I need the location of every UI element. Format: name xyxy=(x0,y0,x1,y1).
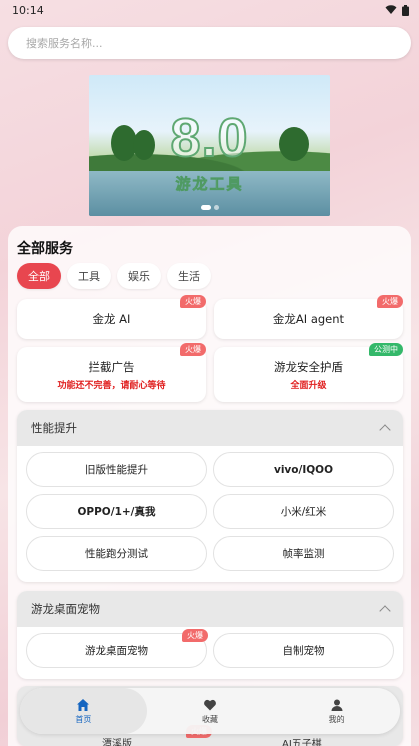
pager-dot xyxy=(201,205,211,210)
peek-item[interactable]: 潭溪版 xyxy=(102,735,132,746)
banner-subtitle: 游龙工具 xyxy=(175,175,244,194)
card-title: 金龙 AI xyxy=(92,312,131,326)
search-input[interactable]: 搜索服务名称... xyxy=(8,27,411,59)
nav-favorites[interactable]: 收藏 xyxy=(147,688,274,734)
hot-badge: 火爆 xyxy=(377,295,403,308)
person-icon xyxy=(331,699,343,711)
section-desktop-pet: 游龙桌面宠物 游龙桌面宠物 火爆 自制宠物 xyxy=(17,591,403,679)
tab-entertainment[interactable]: 娱乐 xyxy=(117,263,161,289)
pager-dot xyxy=(214,205,219,210)
hot-badge: 火爆 xyxy=(180,295,206,308)
status-bar: 10:14 xyxy=(0,0,419,20)
section-title: 性能提升 xyxy=(31,421,77,435)
perf-item[interactable]: 性能跑分测试 xyxy=(26,536,207,571)
perf-item[interactable]: 帧率监测 xyxy=(213,536,394,571)
battery-icon xyxy=(402,4,409,16)
card-ad-blocker[interactable]: 拦截广告 功能还不完善，请耐心等待 火爆 xyxy=(17,343,206,402)
section-header[interactable]: 性能提升 xyxy=(17,410,403,446)
card-jinlong-ai[interactable]: 金龙 AI 火爆 xyxy=(17,295,206,339)
tab-life[interactable]: 生活 xyxy=(167,263,211,289)
chevron-up-icon[interactable] xyxy=(379,605,391,617)
section-title: 游龙桌面宠物 xyxy=(31,602,100,616)
section-header[interactable]: 游龙桌面宠物 xyxy=(17,591,403,627)
perf-item[interactable]: 小米/红米 xyxy=(213,494,394,529)
banner-pager xyxy=(201,205,219,210)
card-security-shield[interactable]: 游龙安全护盾 全面升级 公测中 xyxy=(214,343,403,402)
tab-tools[interactable]: 工具 xyxy=(67,263,111,289)
peek-item[interactable]: AI五子棋 xyxy=(282,735,322,746)
nav-home[interactable]: 首页 xyxy=(20,688,147,734)
category-tabs: 全部 工具 娱乐 生活 xyxy=(17,263,211,289)
hot-badge: 火爆 xyxy=(180,343,206,356)
card-title: 游龙安全护盾 xyxy=(274,359,343,374)
pet-item-label: 游龙桌面宠物 xyxy=(85,645,148,657)
nav-label: 首页 xyxy=(75,714,92,724)
heart-icon xyxy=(204,699,216,710)
card-title: 金龙AI agent xyxy=(272,312,345,326)
hot-badge: 火爆 xyxy=(182,629,208,642)
nav-label: 我的 xyxy=(328,714,345,724)
nav-profile[interactable]: 我的 xyxy=(273,688,400,734)
panel-title: 全部服务 xyxy=(17,241,73,257)
pet-item[interactable]: 游龙桌面宠物 火爆 xyxy=(26,629,208,668)
perf-item[interactable]: OPPO/1+/真我 xyxy=(26,494,207,529)
promo-banner[interactable]: 8.0 游龙工具 xyxy=(89,75,330,216)
beta-badge: 公测中 xyxy=(369,343,403,356)
bottom-nav: 首页 收藏 我的 xyxy=(20,688,400,734)
tab-all[interactable]: 全部 xyxy=(17,263,61,289)
status-time: 10:14 xyxy=(12,3,44,17)
card-subtitle: 功能还不完善，请耐心等待 xyxy=(57,380,166,391)
pet-item[interactable]: 自制宠物 xyxy=(213,633,394,668)
nav-label: 收藏 xyxy=(202,714,218,724)
card-title: 拦截广告 xyxy=(88,359,135,374)
search-placeholder: 搜索服务名称... xyxy=(26,37,103,50)
perf-item[interactable]: 旧版性能提升 xyxy=(26,452,207,487)
card-subtitle: 全面升级 xyxy=(290,380,327,391)
wifi-icon xyxy=(385,5,397,14)
card-jinlong-ai-agent[interactable]: 金龙AI agent 火爆 xyxy=(214,295,403,339)
section-performance: 性能提升 旧版性能提升 vivo/IQOO OPPO/1+/真我 小米/红米 性… xyxy=(17,410,403,582)
perf-item[interactable]: vivo/IQOO xyxy=(213,452,394,487)
chevron-up-icon[interactable] xyxy=(379,424,391,436)
home-icon xyxy=(77,698,90,711)
banner-title: 8.0 xyxy=(169,107,249,169)
